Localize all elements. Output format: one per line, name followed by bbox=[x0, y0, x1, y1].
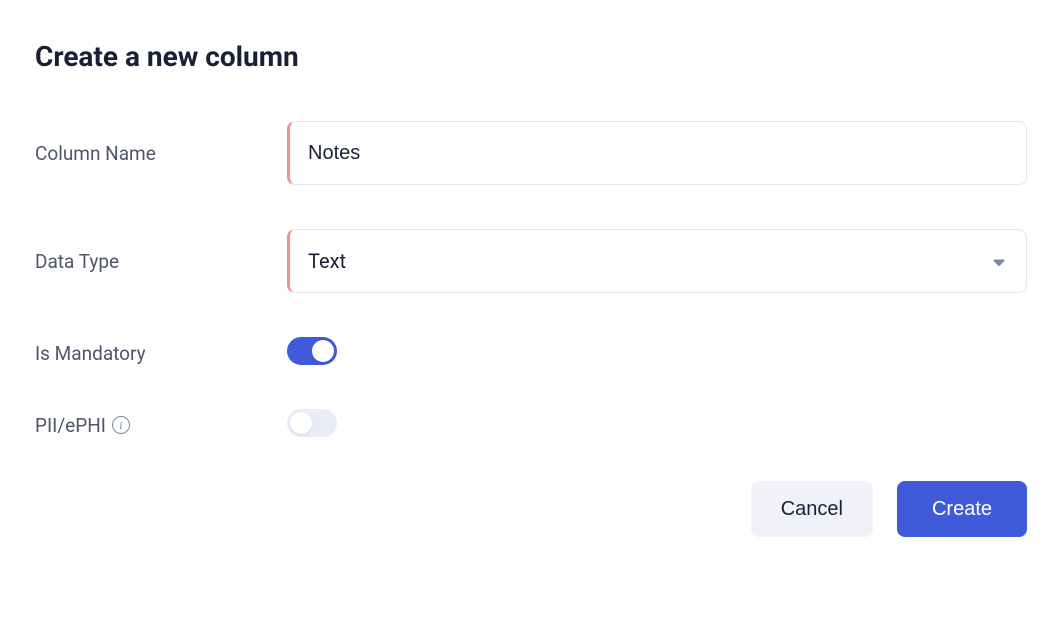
pii-ephi-row: PII/ePHI i bbox=[35, 409, 1027, 441]
data-type-row: Data Type Text bbox=[35, 229, 1027, 293]
column-name-row: Column Name bbox=[35, 121, 1027, 185]
toggle-knob bbox=[290, 412, 312, 434]
data-type-value: Text bbox=[308, 249, 346, 273]
is-mandatory-label: Is Mandatory bbox=[35, 342, 287, 365]
column-name-label: Column Name bbox=[35, 142, 287, 165]
column-name-input[interactable] bbox=[287, 121, 1027, 185]
button-row: Cancel Create bbox=[35, 481, 1027, 537]
data-type-label: Data Type bbox=[35, 250, 287, 273]
cancel-button[interactable]: Cancel bbox=[751, 481, 873, 537]
pii-ephi-label-text: PII/ePHI bbox=[35, 414, 106, 437]
info-icon[interactable]: i bbox=[112, 416, 130, 434]
pii-ephi-toggle[interactable] bbox=[287, 409, 337, 437]
toggle-knob bbox=[312, 340, 334, 362]
data-type-select[interactable]: Text bbox=[287, 229, 1027, 293]
is-mandatory-toggle[interactable] bbox=[287, 337, 337, 365]
page-title: Create a new column bbox=[35, 40, 1027, 73]
pii-ephi-label: PII/ePHI i bbox=[35, 414, 287, 437]
is-mandatory-row: Is Mandatory bbox=[35, 337, 1027, 369]
create-button[interactable]: Create bbox=[897, 481, 1027, 537]
